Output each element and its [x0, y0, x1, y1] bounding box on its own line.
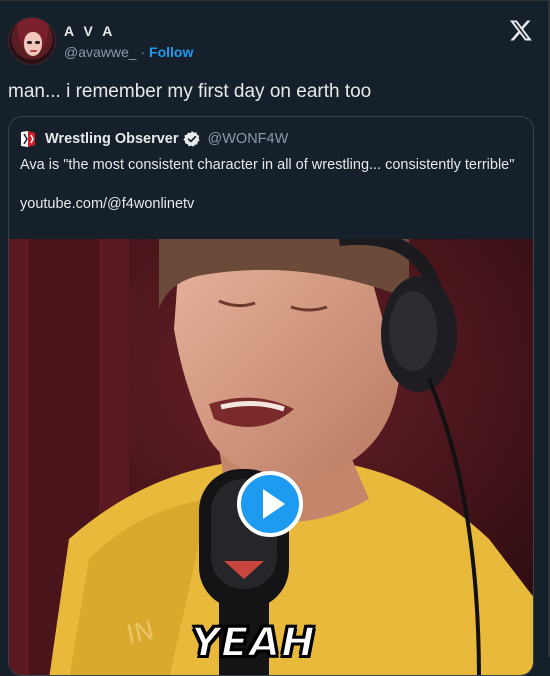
play-button[interactable]: [237, 471, 303, 537]
video-caption: YEAH: [190, 619, 316, 667]
quoted-tweet[interactable]: Wrestling Observer @WONF4W Ava is "the m…: [8, 116, 534, 676]
video-thumbnail: IN: [9, 239, 533, 675]
video-player[interactable]: IN YEAH: [9, 239, 533, 675]
author-handle[interactable]: @avawwe_: [64, 44, 137, 60]
quoted-header: Wrestling Observer @WONF4W: [19, 129, 288, 149]
tweet-embed: A V A @avawwe_ · Follow man... i remembe…: [0, 0, 550, 676]
avatar[interactable]: [8, 17, 56, 65]
quoted-link[interactable]: youtube.com/@f4wonlinetv: [20, 196, 194, 212]
play-icon: [263, 489, 285, 519]
quoted-author-handle[interactable]: @WONF4W: [208, 131, 289, 147]
author-name[interactable]: A V A: [64, 23, 115, 39]
follow-button[interactable]: Follow: [149, 44, 193, 60]
separator: ·: [140, 44, 146, 60]
quoted-author-name[interactable]: Wrestling Observer: [45, 131, 179, 147]
wrestling-observer-logo-icon: [21, 131, 35, 147]
tweet-text: man... i remember my first day on earth …: [8, 81, 372, 102]
x-logo-icon[interactable]: [509, 18, 533, 42]
verified-badge-icon: [182, 131, 200, 147]
author-handle-row: @avawwe_ · Follow: [64, 44, 193, 60]
quoted-text: Ava is "the most consistent character in…: [20, 157, 515, 173]
